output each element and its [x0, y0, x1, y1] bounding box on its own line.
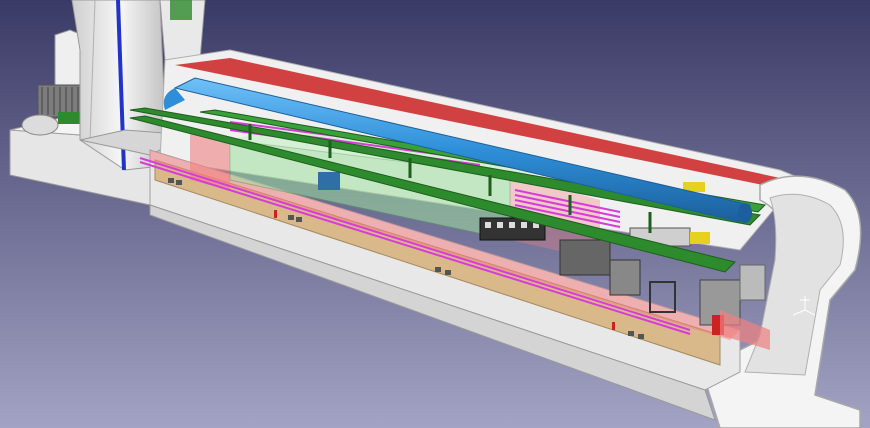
cad-3d-viewport[interactable]	[0, 0, 870, 428]
tunnel-cutaway-model[interactable]	[0, 0, 870, 428]
